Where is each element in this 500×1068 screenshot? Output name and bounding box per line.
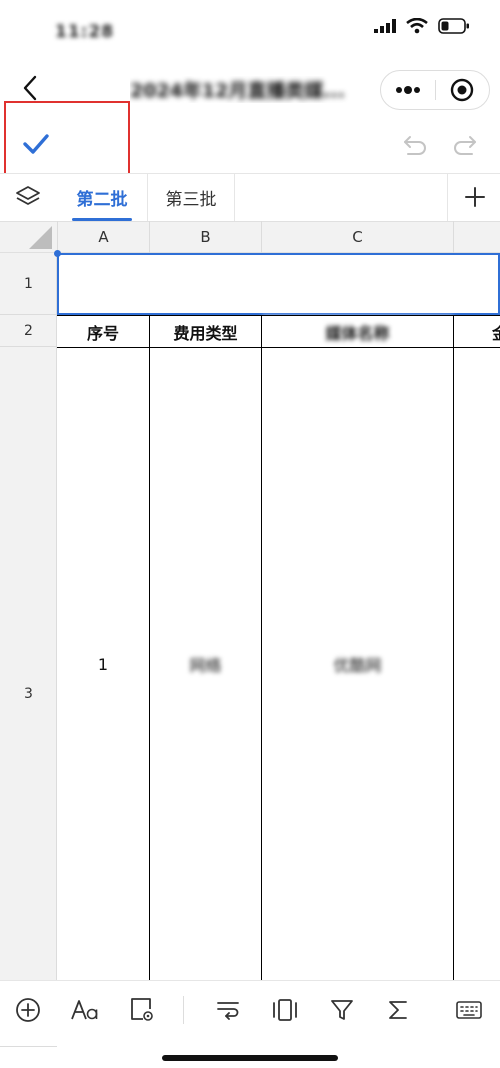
insert-button[interactable] bbox=[11, 993, 45, 1027]
sum-button[interactable] bbox=[381, 993, 415, 1027]
cell-d3[interactable] bbox=[454, 348, 500, 980]
signal-icon bbox=[374, 19, 396, 33]
undo-icon bbox=[404, 136, 426, 155]
status-time: 11:28 bbox=[55, 22, 115, 42]
text-format-button[interactable] bbox=[68, 993, 102, 1027]
sheet-tab-1[interactable]: 第二批 bbox=[58, 173, 146, 221]
keyboard-button[interactable] bbox=[452, 993, 486, 1027]
row-header-3-label: 3 bbox=[24, 686, 33, 702]
row-header-3[interactable]: 3 bbox=[0, 347, 57, 1047]
sheet-tab-label: 第三批 bbox=[165, 189, 217, 210]
text-format-icon bbox=[71, 1000, 98, 1020]
column-header-b[interactable]: B bbox=[149, 221, 261, 253]
cell-c3[interactable]: 优酷网 bbox=[262, 348, 453, 980]
check-icon bbox=[23, 134, 49, 154]
back-button[interactable] bbox=[14, 72, 46, 104]
grid-line bbox=[57, 315, 500, 316]
sheet-tab-label: 第二批 bbox=[76, 189, 128, 210]
chevron-left-icon bbox=[23, 75, 37, 101]
cell-d2[interactable]: 金 bbox=[454, 316, 500, 347]
cell-c2[interactable]: 媒体名称 bbox=[262, 316, 453, 347]
cell-a2[interactable]: 序号 bbox=[57, 316, 149, 347]
redo-icon bbox=[454, 136, 476, 155]
status-icons bbox=[374, 18, 470, 34]
cell-style-icon bbox=[131, 998, 153, 1021]
redo-button[interactable] bbox=[452, 134, 478, 160]
insert-circle-icon bbox=[16, 998, 40, 1022]
sheet-list-button[interactable] bbox=[14, 184, 42, 214]
filter-icon bbox=[331, 1000, 353, 1020]
page-title: 2024年12月直播类媒... bbox=[130, 76, 370, 103]
grid-line bbox=[261, 315, 262, 980]
battery-icon bbox=[438, 18, 469, 34]
target-circle-icon bbox=[451, 78, 474, 102]
keyboard-icon bbox=[456, 1001, 482, 1019]
home-indicator bbox=[162, 1055, 338, 1061]
freeze-button[interactable] bbox=[268, 993, 302, 1027]
column-header-a[interactable]: A bbox=[57, 221, 149, 253]
freeze-icon bbox=[273, 999, 297, 1021]
grid-line bbox=[453, 315, 454, 980]
cell-style-button[interactable] bbox=[125, 993, 159, 1027]
sum-icon bbox=[389, 1001, 407, 1019]
select-all-corner[interactable] bbox=[0, 221, 57, 253]
column-header-d[interactable] bbox=[453, 221, 500, 253]
grid-line bbox=[149, 315, 150, 980]
selected-row-1[interactable] bbox=[57, 253, 500, 315]
row-header-2[interactable]: 2 bbox=[0, 315, 57, 347]
wifi-icon bbox=[406, 18, 428, 34]
column-header-c[interactable]: C bbox=[261, 221, 453, 253]
confirm-button[interactable] bbox=[22, 132, 50, 160]
mini-program-capsule bbox=[380, 70, 490, 110]
cell-b3[interactable]: 网络 bbox=[150, 348, 261, 980]
undo-button[interactable] bbox=[402, 134, 428, 160]
wrap-text-icon bbox=[217, 1002, 239, 1020]
layers-icon bbox=[16, 186, 40, 205]
more-dots-icon bbox=[395, 86, 420, 94]
close-capsule-button[interactable] bbox=[436, 71, 490, 109]
plus-icon bbox=[464, 187, 485, 207]
cell-b2[interactable]: 费用类型 bbox=[150, 316, 261, 347]
row-header-1[interactable]: 1 bbox=[0, 253, 57, 315]
page-title-text: 2024年12月直播类媒... bbox=[130, 80, 345, 102]
filter-button[interactable] bbox=[325, 993, 359, 1027]
grid-line bbox=[57, 347, 500, 348]
wrap-text-button[interactable] bbox=[211, 993, 245, 1027]
toolbar-divider bbox=[183, 996, 184, 1024]
more-button[interactable] bbox=[381, 71, 435, 109]
cell-a3[interactable]: 1 bbox=[57, 348, 149, 980]
sheet-tab-2[interactable]: 第三批 bbox=[147, 173, 235, 221]
add-sheet-button[interactable] bbox=[447, 173, 500, 221]
selection-handle[interactable] bbox=[54, 250, 61, 257]
corner-triangle-icon bbox=[29, 226, 52, 249]
